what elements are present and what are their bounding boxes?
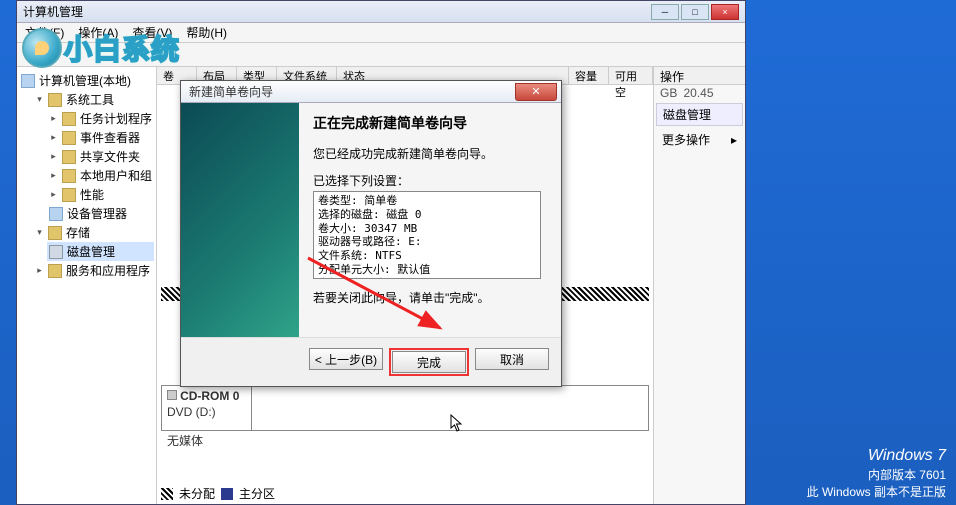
back-button[interactable]: < 上一步(B): [309, 348, 383, 370]
services-icon: [48, 264, 62, 278]
legend-swatch-unalloc: [161, 488, 173, 500]
actions-pane: 操作 GB 20.45 磁盘管理 更多操作 ▸: [653, 67, 745, 504]
disk-icon: [49, 245, 63, 259]
computer-icon: [21, 74, 35, 88]
tree-shared[interactable]: ▸ 共享文件夹: [47, 147, 154, 166]
tree-devmgr[interactable]: 设备管理器: [47, 204, 154, 223]
tree-users[interactable]: ▸ 本地用户和组: [47, 166, 154, 185]
cdrom-label: CD-ROM 0: [180, 389, 239, 403]
col-cap[interactable]: 容量: [569, 67, 609, 84]
more-actions-link[interactable]: 更多操作 ▸: [654, 128, 745, 151]
chevron-right-icon: ▸: [35, 265, 44, 276]
chevron-right-icon: ▸: [49, 189, 58, 200]
chevron-right-icon: ▸: [49, 132, 58, 143]
tree-label: 设备管理器: [67, 205, 127, 222]
toolbar: [17, 43, 745, 67]
tree-label: 性能: [80, 186, 104, 203]
chevron-right-icon: ▸: [49, 113, 58, 124]
cdrom-letter: DVD (D:): [167, 405, 216, 419]
tree-label: 磁盘管理: [67, 243, 115, 260]
tree-event[interactable]: ▸ 事件查看器: [47, 128, 154, 147]
chevron-right-icon: ▸: [49, 151, 58, 162]
desktop-watermark: Windows 7 内部版本 7601 此 Windows 副本不是正版: [807, 445, 946, 501]
dialog-footer: < 上一步(B) 完成 取消: [181, 337, 561, 386]
gb-row: GB 20.45: [654, 85, 745, 101]
menu-view[interactable]: 查看(V): [132, 24, 172, 41]
annotation-arrow: [300, 250, 460, 340]
tree-label: 存储: [66, 224, 90, 241]
menu-file[interactable]: 文件(F): [25, 24, 64, 41]
windows-notgenuine: 此 Windows 副本不是正版: [807, 484, 946, 501]
cdrom-icon: [167, 390, 177, 400]
window-titlebar[interactable]: 计算机管理 ─ □ ×: [17, 1, 745, 23]
tree-label: 任务计划程序: [80, 110, 152, 127]
tree-storage[interactable]: ▾ 存储: [33, 223, 154, 242]
tree-root-label: 计算机管理(本地): [39, 72, 131, 89]
legend-unalloc: 未分配: [179, 485, 215, 502]
menu-help[interactable]: 帮助(H): [186, 24, 227, 41]
tree-label: 系统工具: [66, 91, 114, 108]
tree-label: 本地用户和组: [80, 167, 152, 184]
legend-primary: 主分区: [239, 485, 275, 502]
cancel-button[interactable]: 取消: [475, 348, 549, 370]
windows-brand: Windows 7: [807, 445, 946, 467]
tree-diskmgmt[interactable]: 磁盘管理: [47, 242, 154, 261]
tree-label: 服务和应用程序: [66, 262, 150, 279]
more-actions-label: 更多操作: [662, 131, 710, 148]
window-title: 计算机管理: [23, 3, 649, 20]
menu-action[interactable]: 操作(A): [78, 24, 118, 41]
wizard-done-msg: 您已经成功完成新建简单卷向导。: [313, 145, 547, 162]
col-free[interactable]: 可用空: [609, 67, 653, 84]
disk-row-right: [252, 386, 648, 430]
legend-swatch-primary: [221, 488, 233, 500]
maximize-button[interactable]: □: [681, 4, 709, 20]
users-icon: [62, 169, 76, 183]
cdrom-nomedia: 无媒体: [167, 434, 203, 448]
storage-icon: [48, 226, 62, 240]
disk-row-cdrom[interactable]: CD-ROM 0 DVD (D:) 无媒体: [161, 385, 649, 431]
tree-perf[interactable]: ▸ 性能: [47, 185, 154, 204]
wizard-selected-label: 已选择下列设置：: [313, 172, 547, 189]
actions-group-header: 磁盘管理: [656, 103, 743, 126]
minimize-button[interactable]: ─: [651, 4, 679, 20]
new-volume-wizard-dialog: 新建简单卷向导 ✕ 正在完成新建简单卷向导 您已经成功完成新建简单卷向导。 已选…: [180, 80, 562, 387]
nav-tree: 计算机管理(本地) ▾ 系统工具 ▸ 任务计划程序 ▸ 事件查看器 ▸ 共享文件夹 ▸ 本…: [17, 67, 157, 504]
chevron-down-icon: ▾: [35, 94, 44, 105]
chevron-right-icon: ▸: [731, 133, 737, 147]
folder-icon: [48, 93, 62, 107]
dialog-title: 新建简单卷向导: [189, 83, 515, 100]
device-icon: [49, 207, 63, 221]
share-icon: [62, 150, 76, 164]
wizard-heading: 正在完成新建简单卷向导: [313, 113, 547, 133]
dialog-close-button[interactable]: ✕: [515, 83, 557, 101]
disk-row-left: CD-ROM 0 DVD (D:) 无媒体: [162, 386, 252, 430]
menu-bar: 文件(F) 操作(A) 查看(V) 帮助(H): [17, 23, 745, 43]
tree-label: 事件查看器: [80, 129, 140, 146]
chevron-right-icon: ▸: [49, 170, 58, 181]
legend: 未分配 主分区: [161, 485, 275, 502]
tree-task[interactable]: ▸ 任务计划程序: [47, 109, 154, 128]
tree-root[interactable]: 计算机管理(本地): [19, 71, 154, 90]
finish-button[interactable]: 完成: [392, 351, 466, 373]
tree-label: 共享文件夹: [80, 148, 140, 165]
task-icon: [62, 112, 76, 126]
windows-build: 内部版本 7601: [807, 467, 946, 484]
tree-systools[interactable]: ▾ 系统工具: [33, 90, 154, 109]
perf-icon: [62, 188, 76, 202]
actions-header: 操作: [654, 67, 745, 85]
event-icon: [62, 131, 76, 145]
chevron-down-icon: ▾: [35, 227, 44, 238]
tree-services[interactable]: ▸ 服务和应用程序: [33, 261, 154, 280]
close-button[interactable]: ×: [711, 4, 739, 20]
finish-highlight: 完成: [389, 348, 469, 376]
dialog-titlebar[interactable]: 新建简单卷向导 ✕: [181, 81, 561, 103]
wizard-side-graphic: [181, 103, 299, 337]
